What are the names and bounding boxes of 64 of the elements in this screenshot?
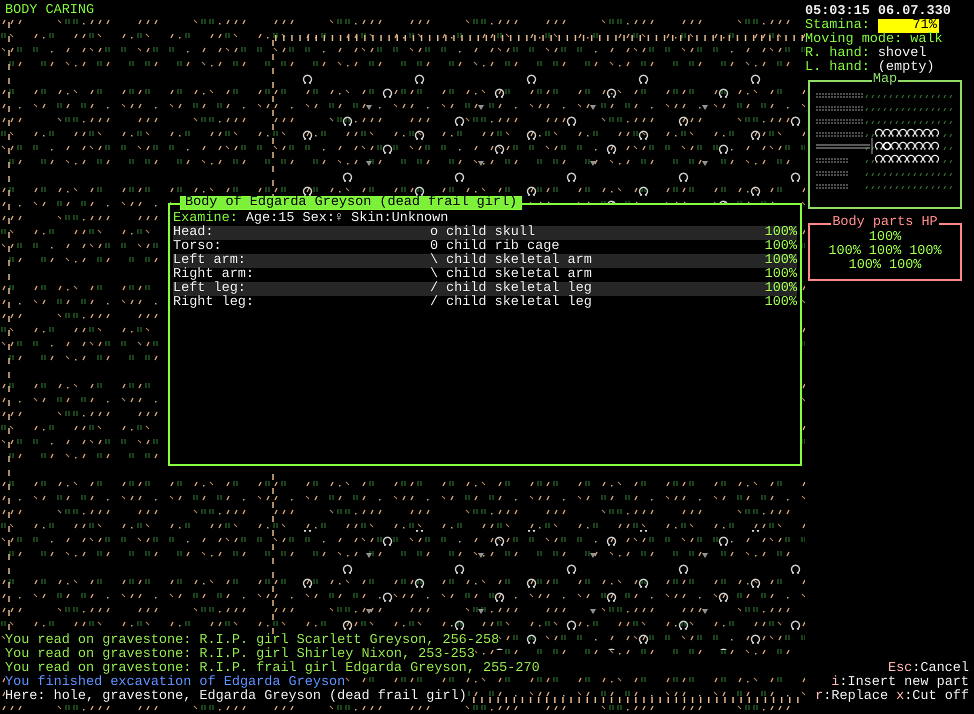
hand-label: L. hand: <box>805 61 870 75</box>
log-message: You read on gravestone: R.I.P. girl Scarlett Greyson, 256-258 <box>5 634 500 648</box>
examine-text: Age:15 Sex:♀ Skin:Unknown <box>246 212 448 226</box>
part-hp: 100% <box>764 240 797 254</box>
body-part-row[interactable]: Head: o child skull 100% <box>173 226 797 240</box>
minimap-title: Map <box>872 72 898 87</box>
game-clock: 05:03:15 06.07.330 <box>805 5 952 19</box>
stamina-label: Stamina: <box>805 19 870 33</box>
part-item: child skeletal arm <box>446 254 593 268</box>
key-action: :Cut off <box>904 689 969 704</box>
hand-label: R. hand: <box>805 47 870 61</box>
key-hint[interactable]: Esc:Cancel <box>888 662 969 676</box>
key-action: :Cancel <box>912 661 969 676</box>
body-part-hp: 100% <box>828 245 861 259</box>
key-label: x <box>896 689 904 704</box>
log-message: You read on gravestone: R.I.P. girl Shirley Nixon, 253-253 <box>5 648 475 662</box>
part-item: child skeletal leg <box>446 296 593 310</box>
part-item: child skull <box>446 226 536 240</box>
key-action: :Insert new part <box>839 675 969 690</box>
body-part-row[interactable]: Right leg: / child skeletal leg 100% <box>173 296 797 310</box>
body-part-hp: 100% <box>889 259 922 273</box>
body-part-hp: 100% <box>868 245 902 259</box>
part-item: child skeletal arm <box>446 268 593 282</box>
part-symbol: / <box>430 282 440 296</box>
part-item: child rib cage <box>446 240 560 254</box>
key-hint[interactable]: x:Cut off <box>896 690 969 704</box>
body-part-hp: 100% <box>909 245 942 259</box>
part-name: Right leg: <box>173 296 256 310</box>
body-part-row[interactable]: Left arm: \ child skeletal arm 100% <box>173 254 797 268</box>
key-hint[interactable]: r:Replace <box>815 690 888 704</box>
log-message: You read on gravestone: R.I.P. frail girl Edgarda Greyson, 255-270 <box>5 662 540 676</box>
part-name: Left arm: <box>173 254 247 268</box>
examine-label: Examine: <box>173 212 238 226</box>
part-symbol: / <box>430 296 440 310</box>
part-symbol: \ <box>430 268 440 282</box>
body-part-row[interactable]: Left leg: / child skeletal leg 100% <box>173 282 797 296</box>
part-symbol: o <box>430 226 440 240</box>
part-name: Left leg: <box>173 282 246 296</box>
body-hp-title: Body parts HP <box>831 215 939 230</box>
body-part-row[interactable]: Right arm: \ child skeletal arm 100% <box>173 268 797 282</box>
part-hp: 100% <box>764 282 797 296</box>
part-name: Torso: <box>173 240 223 254</box>
part-name: Right arm: <box>173 268 256 282</box>
log-message: You finished excavation of Edgarda Greyson <box>5 676 346 690</box>
part-symbol: \ <box>430 254 440 268</box>
body-part-hp: 100% <box>868 231 902 245</box>
moving-mode-label: Moving mode: <box>805 33 902 47</box>
part-hp: 100% <box>764 296 797 310</box>
key-action: :Replace <box>823 689 888 704</box>
part-name: Head: <box>173 226 215 240</box>
key-label: i <box>831 675 840 690</box>
key-hint[interactable]: i:Insert new part <box>831 676 969 690</box>
part-hp: 100% <box>764 226 797 240</box>
moving-mode-value: walk <box>910 33 943 47</box>
key-label: r <box>815 689 824 704</box>
body-part-hp: 100% <box>848 259 881 273</box>
part-hp: 100% <box>764 268 797 282</box>
part-hp: 100% <box>764 254 797 268</box>
body-part-row[interactable]: Torso: 0 child rib cage 100% <box>173 240 797 254</box>
stamina-value: 71% <box>878 19 939 33</box>
part-item: child skeletal leg <box>446 282 593 296</box>
part-symbol: 0 <box>430 240 440 254</box>
hand-item: shovel <box>878 47 926 61</box>
key-label: Esc <box>888 661 912 676</box>
